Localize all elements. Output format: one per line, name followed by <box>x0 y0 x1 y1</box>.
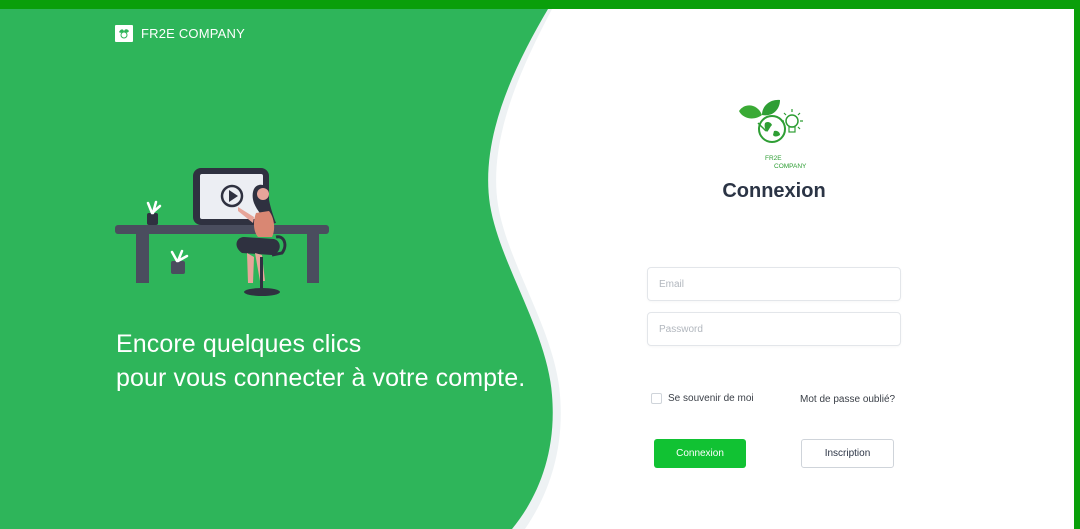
remember-me-checkbox[interactable] <box>651 393 662 404</box>
remember-me[interactable]: Se souvenir de moi <box>651 393 754 404</box>
company-logo: FR2E COMPANY <box>739 99 807 170</box>
brand-name: FR2E COMPANY <box>141 26 246 41</box>
tagline-line-2: pour vous connecter à votre compte. <box>116 364 526 392</box>
password-field[interactable] <box>647 312 901 346</box>
remember-me-label: Se souvenir de moi <box>668 393 754 404</box>
hero-tagline: Encore quelques clics pour vous connecte… <box>116 327 525 395</box>
leaf-icon <box>115 25 133 42</box>
svg-text:COMPANY: COMPANY <box>774 163 807 170</box>
woman-at-desk-illustration <box>115 168 329 296</box>
email-field[interactable] <box>647 267 901 301</box>
login-button[interactable]: Connexion <box>654 439 746 468</box>
brand[interactable]: FR2E COMPANY <box>115 25 245 42</box>
signup-button[interactable]: Inscription <box>801 439 894 468</box>
svg-text:FR2E: FR2E <box>765 155 782 162</box>
tagline-line-1: Encore quelques clics <box>116 330 362 358</box>
forgot-password-link[interactable]: Mot de passe oublié? <box>800 394 895 405</box>
login-title: Connexion <box>722 180 826 202</box>
